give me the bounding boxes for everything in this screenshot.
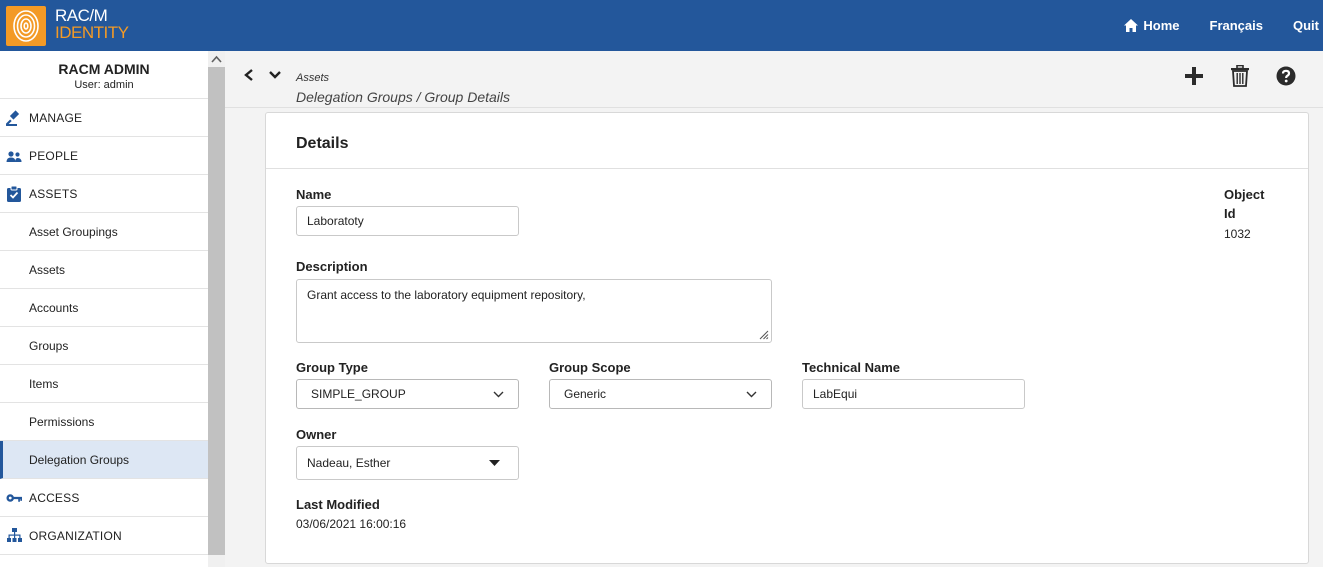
caret-down-icon [489,460,500,466]
chevron-down-icon [746,391,757,397]
group-scope-label: Group Scope [549,360,631,375]
description-label: Description [296,259,368,274]
breadcrumb-bar: Assets Delegation Groups / Group Details [225,51,1323,108]
question-circle-icon [1276,66,1296,86]
sidebar-section-access[interactable]: ACCESS [0,479,208,517]
key-icon [6,490,22,506]
scrollbar-thumb[interactable] [208,67,225,555]
group-scope-value: Generic [564,387,607,401]
gavel-icon [6,109,22,126]
group-type-label: Group Type [296,360,368,375]
top-bar: RAC/M IDENTITY Home Français Quit [0,0,1323,51]
owner-label: Owner [296,427,337,442]
sidebar-section-access-label: ACCESS [29,490,80,505]
trash-icon [1231,65,1249,87]
sidebar-item-assets[interactable]: Assets [0,251,208,289]
sidebar-item-accounts[interactable]: Accounts [0,289,208,327]
last-modified-value: 03/06/2021 16:00:16 [296,517,407,531]
object-id-value: 1032 [1224,227,1251,241]
chevron-down-icon[interactable] [268,68,282,86]
delete-button[interactable] [1228,64,1252,88]
sidebar-section-manage-label: MANAGE [29,110,83,125]
name-input[interactable]: Laboratoty [296,206,519,236]
description-textarea[interactable]: Grant access to the laboratory equipment… [296,279,772,343]
name-label: Name [296,187,332,202]
language-link[interactable]: Français [1210,18,1263,33]
sidebar-section-assets[interactable]: ASSETS [0,175,208,213]
fingerprint-logo-icon[interactable] [6,6,46,46]
add-button[interactable] [1182,64,1206,88]
quit-link[interactable]: Quit [1293,18,1319,33]
owner-value: Nadeau, Esther [307,456,391,470]
sidebar: RACM ADMIN User: admin MANAGE PEOPLE ASS… [0,51,208,567]
home-link-label: Home [1143,18,1180,33]
clipboard-check-icon [6,185,22,202]
sidebar-section-people[interactable]: PEOPLE [0,137,208,175]
user-line: User: admin [74,79,134,91]
back-chevron-icon[interactable] [243,68,255,87]
main-content: Assets Delegation Groups / Group Details… [225,51,1323,567]
owner-select[interactable]: Nadeau, Esther [296,446,519,480]
group-type-select[interactable]: SIMPLE_GROUP [296,379,519,409]
sidebar-item-delegation-groups[interactable]: Delegation Groups [0,441,208,479]
sidebar-section-manage[interactable]: MANAGE [0,99,208,137]
group-type-value: SIMPLE_GROUP [311,387,406,401]
group-scope-select[interactable]: Generic [549,379,772,409]
breadcrumb-path: Delegation Groups / Group Details [296,89,510,105]
sidebar-section-people-label: PEOPLE [29,148,79,163]
sidebar-item-groups[interactable]: Groups [0,327,208,365]
sidebar-item-asset-groupings[interactable]: Asset Groupings [0,213,208,251]
toolbar [1160,64,1298,88]
brand-line-1: RAC/M [55,6,108,25]
brand-name: RAC/M IDENTITY [55,6,129,42]
top-nav: Home Français Quit [1124,0,1323,51]
last-modified-label: Last Modified [296,497,380,512]
breadcrumb-section[interactable]: Assets [296,72,329,84]
sidebar-item-permissions[interactable]: Permissions [0,403,208,441]
home-icon [1124,19,1139,32]
language-link-label: Français [1209,18,1263,33]
plus-icon [1185,67,1203,85]
sidebar-section-organization[interactable]: ORGANIZATION [0,517,208,555]
sidebar-section-assets-label: ASSETS [29,186,78,201]
resize-handle-icon[interactable] [759,330,769,340]
sitemap-icon [6,528,22,544]
sidebar-scrollbar[interactable] [208,51,225,567]
technical-name-label: Technical Name [802,360,901,375]
sidebar-user-header: RACM ADMIN User: admin [0,51,208,99]
home-link[interactable]: Home [1124,18,1180,33]
people-icon [6,148,22,164]
object-id-label-line-1: Object [1224,187,1265,202]
sidebar-section-organization-label: ORGANIZATION [29,528,122,543]
quit-link-label: Quit [1293,18,1319,33]
brand-line-2: IDENTITY [55,23,129,42]
admin-name: RACM ADMIN [58,61,150,77]
chevron-down-icon [493,391,504,397]
description-text: Grant access to the laboratory equipment… [307,288,586,302]
technical-name-input[interactable]: LabEqui [802,379,1025,409]
sidebar-item-items[interactable]: Items [0,365,208,403]
help-button[interactable] [1274,64,1298,88]
object-id-label-line-2: Id [1224,206,1236,221]
details-card: Details Name Laboratoty Object Id 1032 D… [265,112,1309,564]
scroll-up-arrow-icon[interactable] [211,55,222,64]
details-title: Details [266,113,1308,169]
